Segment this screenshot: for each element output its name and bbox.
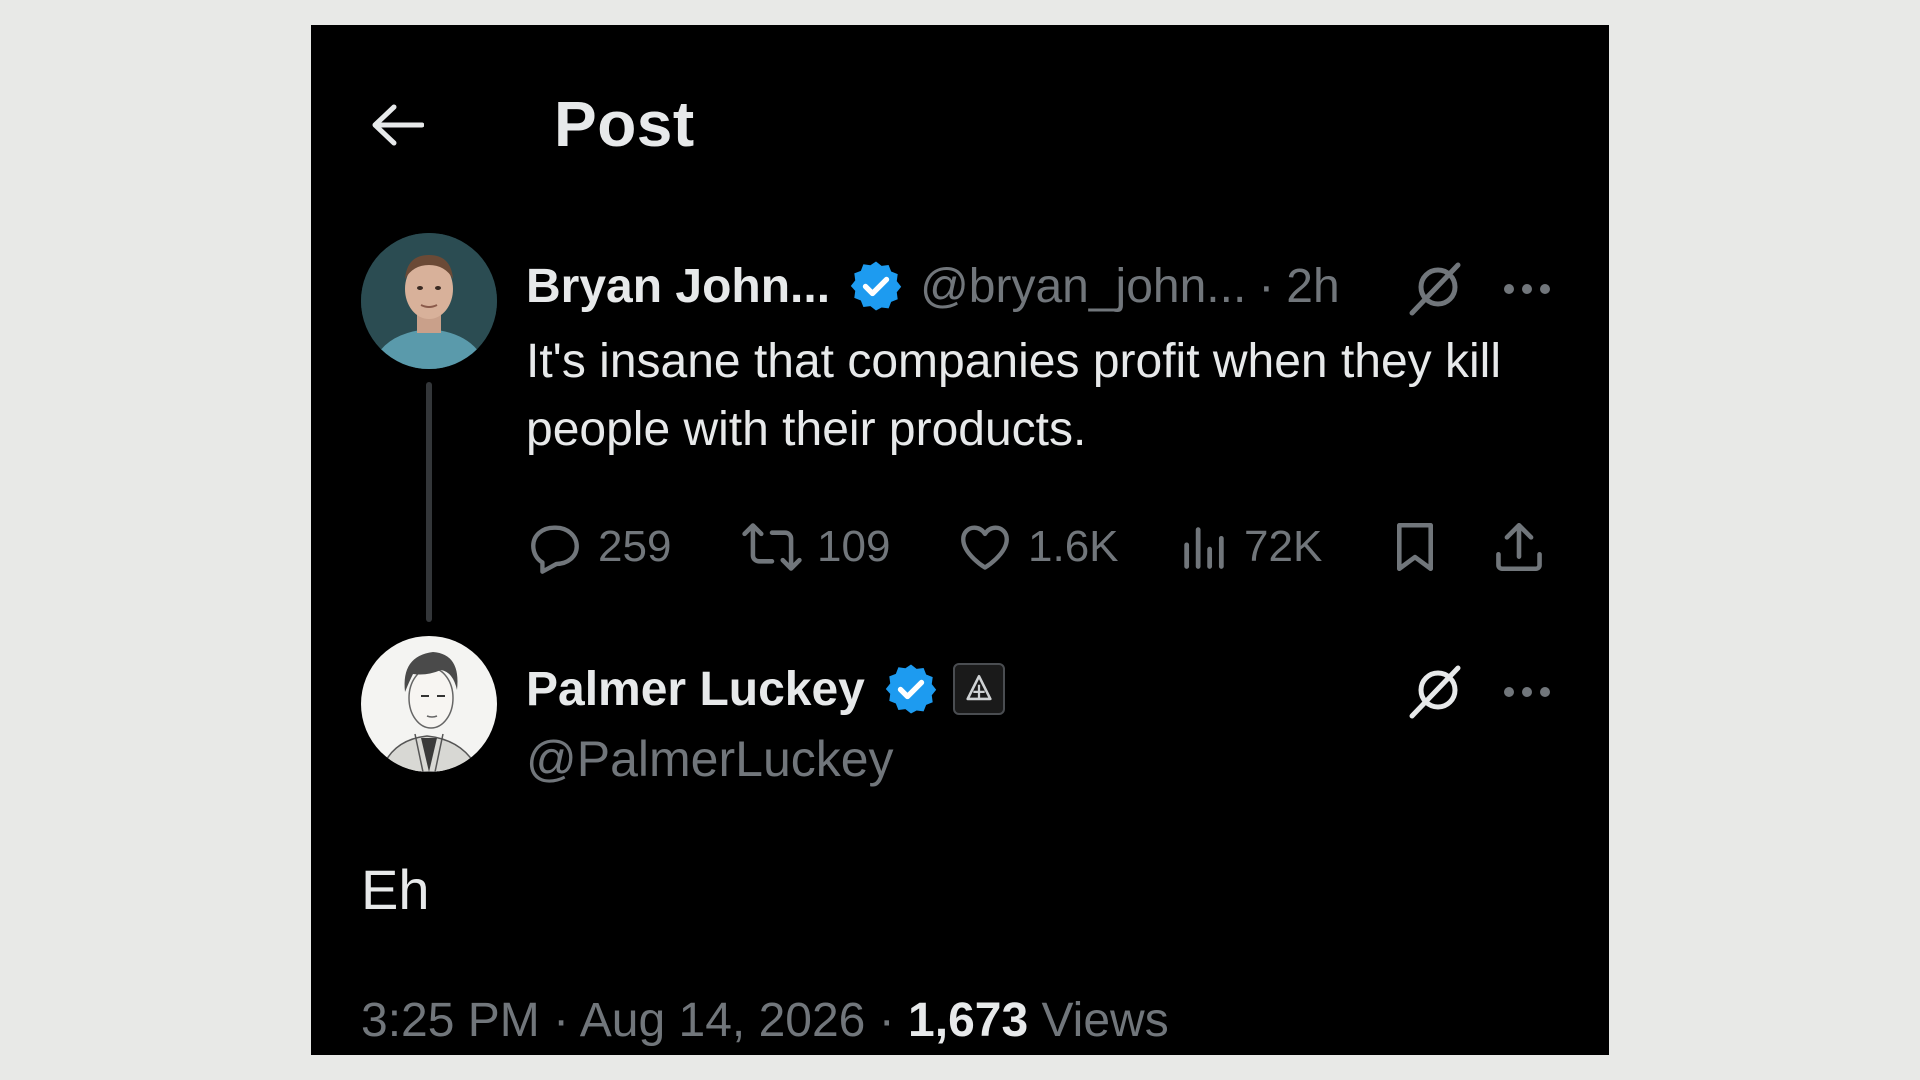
views-count: 72K xyxy=(1244,522,1323,571)
parent-post-actions: 259 109 1.6K 72K xyxy=(526,510,1566,584)
verified-badge-icon xyxy=(848,258,904,314)
views-label: Views xyxy=(1041,994,1169,1047)
share-icon xyxy=(1496,522,1542,572)
more-icon[interactable] xyxy=(1497,269,1557,309)
avatar-bryan[interactable] xyxy=(361,233,497,369)
like-icon xyxy=(961,525,1009,570)
back-button[interactable] xyxy=(367,95,427,155)
views-total[interactable]: 1,673 xyxy=(908,994,1028,1047)
views-icon xyxy=(1184,527,1224,569)
post-time[interactable]: 3:25 PM xyxy=(361,994,540,1047)
reply-display-name[interactable]: Palmer Luckey xyxy=(526,662,865,717)
more-icon[interactable] xyxy=(1497,672,1557,712)
post-date[interactable]: Aug 14, 2026 xyxy=(580,994,866,1047)
grok-icon[interactable] xyxy=(1404,660,1468,724)
parent-post-header: Bryan John... @bryan_john... · 2h xyxy=(526,258,1340,314)
reply-handle[interactable]: @PalmerLuckey xyxy=(526,730,894,788)
post-card: Post Bryan John... @bryan_john... · 2h I… xyxy=(311,25,1609,1055)
reply-button[interactable]: 259 xyxy=(526,510,671,584)
like-button[interactable]: 1.6K xyxy=(956,510,1119,584)
parent-display-name[interactable]: Bryan John... xyxy=(526,259,830,314)
verified-badge-icon xyxy=(883,661,939,717)
dot-separator: · xyxy=(878,994,895,1047)
bookmark-icon xyxy=(1396,522,1434,572)
affiliate-badge-icon[interactable] xyxy=(952,663,1005,715)
reply-post-text: Eh xyxy=(361,858,430,921)
post-metadata: 3:25 PM · Aug 14, 2026 · 1,673 Views xyxy=(361,993,1169,1048)
avatar-palmer[interactable] xyxy=(361,636,497,772)
parent-post-time[interactable]: 2h xyxy=(1286,259,1339,314)
reply-count: 259 xyxy=(598,522,672,571)
thread-connector-line xyxy=(426,382,432,622)
dot-separator: · xyxy=(553,994,570,1047)
reply-icon xyxy=(531,525,579,574)
reply-post-header: Palmer Luckey xyxy=(526,661,1005,717)
repost-icon xyxy=(742,523,802,571)
repost-count: 109 xyxy=(817,522,891,571)
page-title: Post xyxy=(554,88,695,160)
parent-post-text: It's insane that companies profit when t… xyxy=(526,335,1501,456)
dot-separator: · xyxy=(1258,259,1275,313)
like-count: 1.6K xyxy=(1028,522,1119,571)
share-button[interactable] xyxy=(1490,510,1548,584)
views-button[interactable]: 72K xyxy=(1178,510,1322,584)
grok-icon[interactable] xyxy=(1404,257,1468,321)
back-arrow-icon xyxy=(372,104,424,146)
parent-handle[interactable]: @bryan_john... xyxy=(920,259,1246,314)
bookmark-button[interactable] xyxy=(1386,510,1444,584)
repost-button[interactable]: 109 xyxy=(741,510,890,584)
